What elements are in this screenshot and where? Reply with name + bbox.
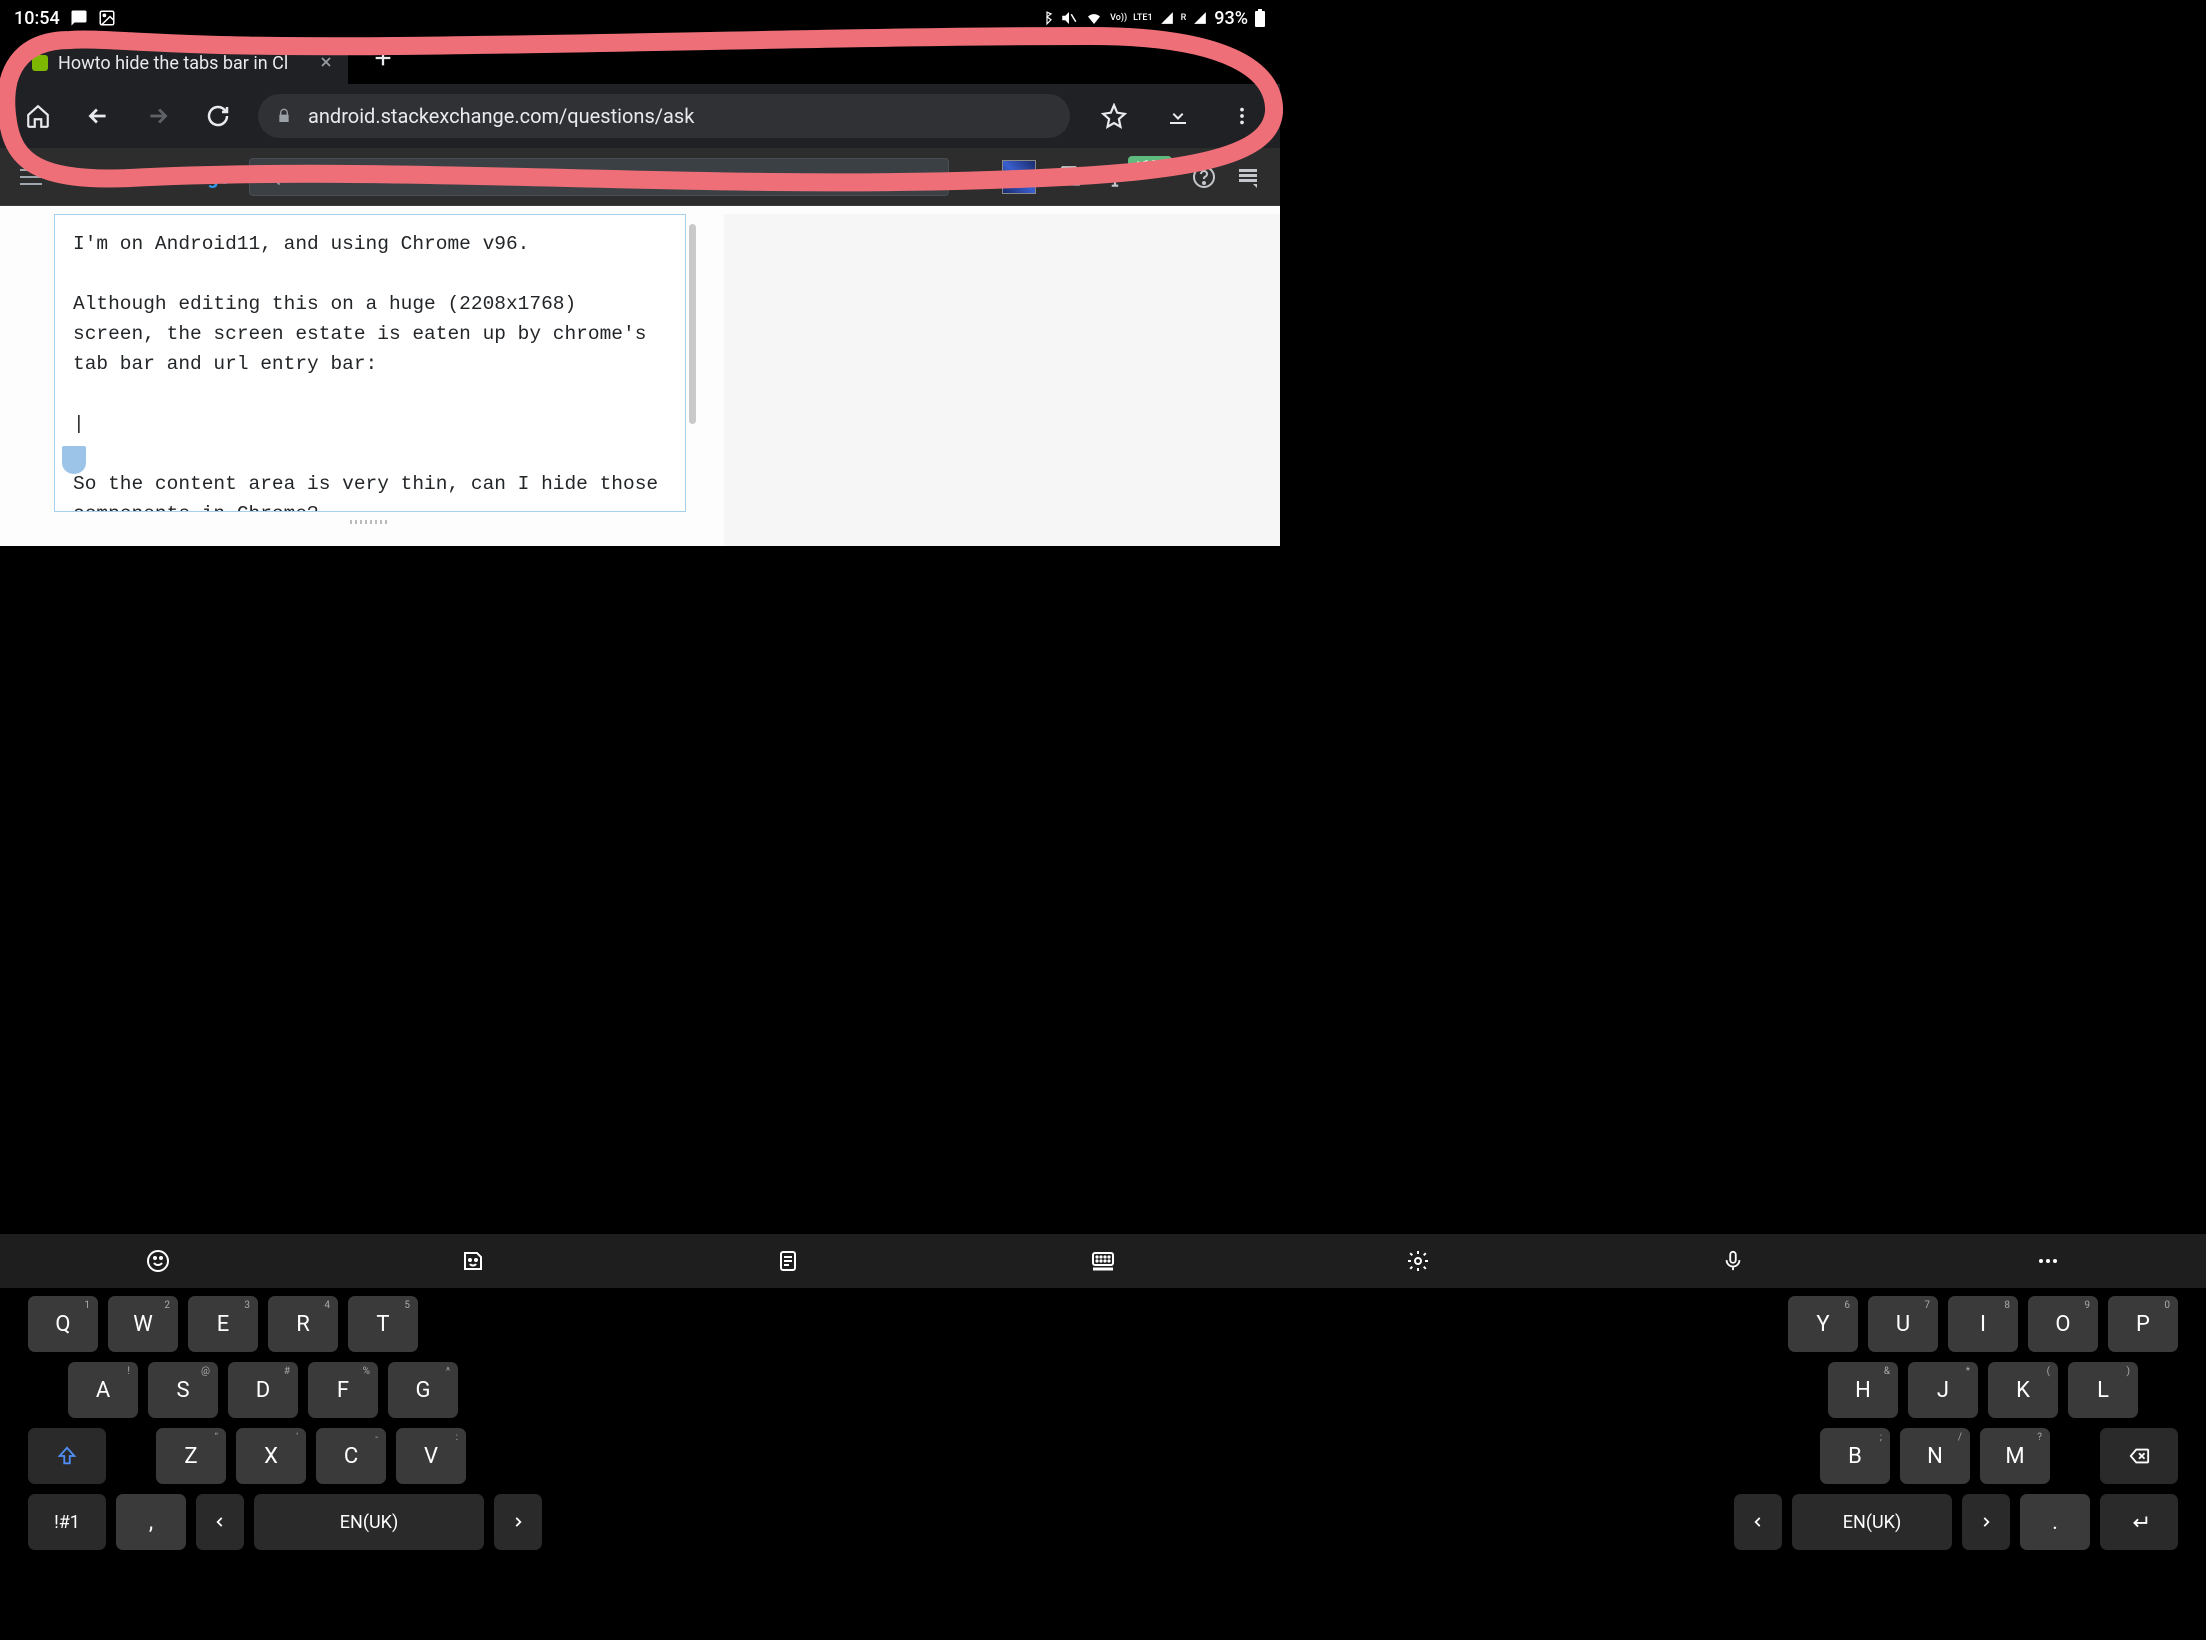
reputation-badge: +100 <box>1128 156 1172 176</box>
tab-close-button[interactable] <box>318 51 334 75</box>
bookmark-button[interactable] <box>1094 96 1134 136</box>
signal-bars-icon-1 <box>1159 11 1175 25</box>
bluetooth-icon <box>1040 9 1054 27</box>
key-v[interactable]: V: <box>396 1428 466 1484</box>
settings-button[interactable] <box>1261 1249 1576 1273</box>
language-key-right[interactable]: EN(UK) <box>1792 1494 1952 1550</box>
sticker-button[interactable] <box>315 1249 630 1273</box>
editor-resize-grip[interactable] <box>54 516 686 528</box>
downloads-button[interactable] <box>1158 96 1198 136</box>
url-text: android.stackexchange.com/questions/ask <box>308 104 694 128</box>
notification-message-icon <box>70 9 88 27</box>
key-l[interactable]: L) <box>2068 1362 2138 1418</box>
comma-key[interactable]: , <box>116 1494 186 1550</box>
key-c[interactable]: C- <box>316 1428 386 1484</box>
key-o[interactable]: O9 <box>2028 1296 2098 1352</box>
key-b[interactable]: B; <box>1820 1428 1890 1484</box>
text-cursor-handle[interactable] <box>62 446 86 474</box>
editor-scrollbar[interactable] <box>689 224 696 424</box>
volte-indicator: Vo)) <box>1110 14 1127 23</box>
tab-favicon-icon <box>32 55 48 71</box>
site-search[interactable] <box>249 158 949 196</box>
site-switcher-icon[interactable] <box>1236 165 1260 189</box>
help-icon[interactable] <box>1192 165 1216 189</box>
logo-text-2: Exchange <box>142 165 229 189</box>
forward-button[interactable] <box>138 96 178 136</box>
signal-bars-icon-2 <box>1192 11 1208 25</box>
key-t[interactable]: T5 <box>348 1296 418 1352</box>
symbols-key[interactable]: !#1 <box>28 1494 106 1550</box>
key-x[interactable]: X' <box>236 1428 306 1484</box>
key-u[interactable]: U7 <box>1868 1296 1938 1352</box>
emoji-button[interactable] <box>0 1249 315 1273</box>
key-q[interactable]: Q1 <box>28 1296 98 1352</box>
enter-key[interactable] <box>2100 1494 2178 1550</box>
key-h[interactable]: H& <box>1828 1362 1898 1418</box>
keyboard-mode-button[interactable] <box>945 1249 1260 1273</box>
lang-next-key[interactable] <box>494 1494 542 1550</box>
achievements-icon[interactable] <box>1102 164 1128 190</box>
key-d[interactable]: D# <box>228 1362 298 1418</box>
more-button[interactable] <box>1891 1249 2206 1273</box>
inbox-icon[interactable] <box>1056 164 1082 190</box>
soft-keyboard: Q1W2E3R4T5 Y6U7I8O9P0 A!S@D#F%G^ H&J*K(L… <box>0 1234 2206 1640</box>
key-n[interactable]: N/ <box>1900 1428 1970 1484</box>
battery-percent: 93% <box>1214 8 1248 29</box>
android-status-bar: 10:54 Vo)) LTE1 R 93% <box>0 0 1280 36</box>
new-tab-button[interactable] <box>372 43 394 84</box>
chrome-toolbar: android.stackexchange.com/questions/ask <box>0 84 1280 148</box>
search-icon <box>262 167 282 187</box>
key-j[interactable]: J* <box>1908 1362 1978 1418</box>
language-key-left[interactable]: EN(UK) <box>254 1494 484 1550</box>
key-g[interactable]: G^ <box>388 1362 458 1418</box>
site-menu-button[interactable] <box>20 169 42 185</box>
key-r[interactable]: R4 <box>268 1296 338 1352</box>
sidebar-area <box>724 214 1280 546</box>
key-i[interactable]: I8 <box>1948 1296 2018 1352</box>
lang-prev-key-r[interactable] <box>1734 1494 1782 1550</box>
url-bar[interactable]: android.stackexchange.com/questions/ask <box>258 94 1070 138</box>
roaming-indicator: R <box>1181 13 1187 23</box>
key-y[interactable]: Y6 <box>1788 1296 1858 1352</box>
lock-icon <box>276 108 292 124</box>
page-content <box>0 206 1280 546</box>
key-w[interactable]: W2 <box>108 1296 178 1352</box>
site-search-input[interactable] <box>292 166 936 187</box>
notification-image-icon <box>98 9 116 27</box>
status-clock: 10:54 <box>14 8 60 29</box>
stackexchange-logo-icon <box>62 168 80 186</box>
key-s[interactable]: S@ <box>148 1362 218 1418</box>
reload-button[interactable] <box>198 96 238 136</box>
logo-text-1: Stack <box>86 165 136 189</box>
chrome-tab-strip: Howto hide the tabs bar in Cl <box>0 36 1280 84</box>
browser-menu-button[interactable] <box>1222 96 1262 136</box>
question-body-editor[interactable] <box>54 214 686 512</box>
lang-next-key-r[interactable] <box>1962 1494 2010 1550</box>
key-k[interactable]: K( <box>1988 1362 2058 1418</box>
key-f[interactable]: F% <box>308 1362 378 1418</box>
battery-icon <box>1254 9 1266 27</box>
network-label: LTE1 <box>1133 14 1152 23</box>
home-button[interactable] <box>18 96 58 136</box>
key-m[interactable]: M? <box>1980 1428 2050 1484</box>
site-logo[interactable]: StackExchange <box>62 165 229 189</box>
key-z[interactable]: Z" <box>156 1428 226 1484</box>
backspace-key[interactable] <box>2100 1428 2178 1484</box>
shift-key[interactable] <box>28 1428 106 1484</box>
keyboard-toolbar <box>0 1234 2206 1288</box>
tab-title: Howto hide the tabs bar in Cl <box>58 53 308 74</box>
site-header: StackExchange +100 <box>0 148 1280 206</box>
user-avatar[interactable] <box>1002 160 1036 194</box>
back-button[interactable] <box>78 96 118 136</box>
key-a[interactable]: A! <box>68 1362 138 1418</box>
clipboard-button[interactable] <box>630 1249 945 1273</box>
period-key[interactable]: . <box>2020 1494 2090 1550</box>
key-e[interactable]: E3 <box>188 1296 258 1352</box>
mute-icon <box>1060 9 1078 27</box>
browser-tab[interactable]: Howto hide the tabs bar in Cl <box>18 42 348 84</box>
key-p[interactable]: P0 <box>2108 1296 2178 1352</box>
lang-prev-key[interactable] <box>196 1494 244 1550</box>
wifi-icon <box>1084 10 1104 26</box>
voice-input-button[interactable] <box>1576 1249 1891 1273</box>
